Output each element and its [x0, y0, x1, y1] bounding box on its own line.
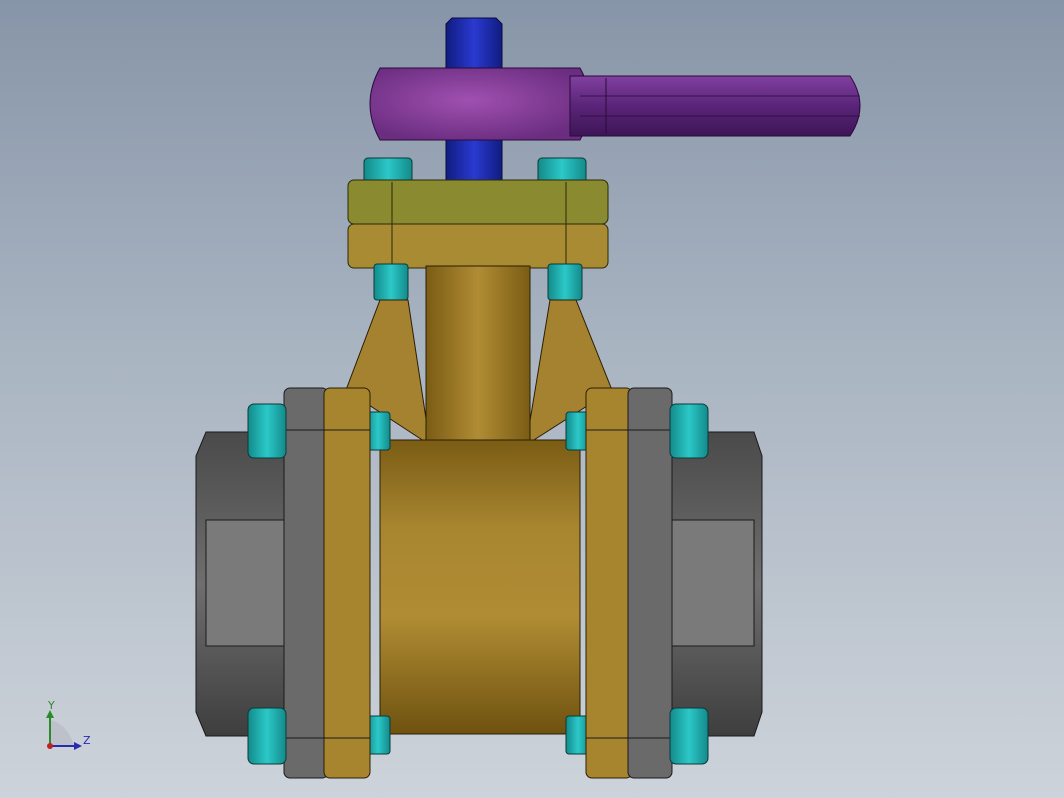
right-end-cap[interactable]	[669, 431, 763, 737]
left-end-cap[interactable]	[195, 431, 291, 737]
left-flange[interactable]	[283, 387, 371, 779]
origin-icon	[47, 743, 53, 749]
graphics-viewport[interactable]: Y Z	[0, 0, 1064, 798]
valve-model[interactable]	[0, 0, 1064, 798]
valve-body[interactable]	[379, 439, 581, 735]
right-flange[interactable]	[585, 387, 673, 779]
valve-bonnet[interactable]	[347, 179, 609, 269]
z-axis-label: Z	[83, 734, 91, 747]
y-axis-label: Y	[47, 699, 55, 712]
coordinate-triad: Y Z	[46, 699, 91, 750]
z-axis-arrow-icon	[74, 742, 82, 750]
valve-handle[interactable]	[369, 67, 861, 141]
